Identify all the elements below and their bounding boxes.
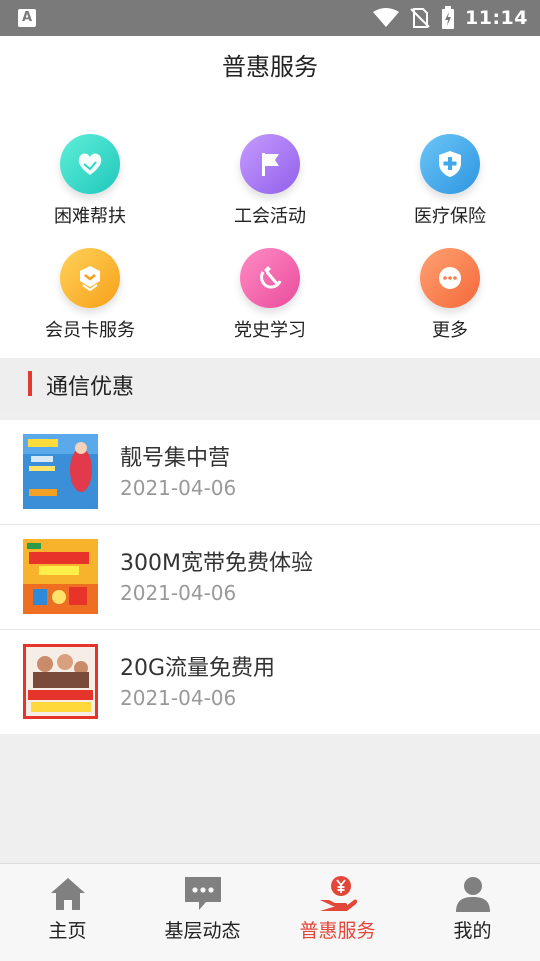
more-icon: [420, 248, 480, 308]
status-icons: 11:14: [373, 6, 528, 30]
nav-label: 普惠服务: [299, 920, 376, 942]
chat-icon: [184, 877, 221, 910]
grid-item-label: 医疗保险: [414, 206, 486, 227]
yuan-hand-icon: [319, 876, 357, 911]
grid-item-hardship-aid[interactable]: 困难帮扶: [0, 134, 180, 244]
grid-item-party-history[interactable]: 党史学习: [180, 248, 360, 358]
section-accent-bar: [28, 371, 32, 396]
nav-profile[interactable]: 我的: [405, 864, 540, 961]
flag-icon: [240, 134, 300, 194]
offer-thumbnail: [23, 434, 98, 509]
item-title: 20G流量免费用: [120, 656, 276, 681]
offer-list: 靓号集中营 2021-04-06 300M宽带免费体验 2021-04-06 2…: [0, 420, 540, 734]
wifi-icon: [373, 8, 400, 27]
list-item[interactable]: 靓号集中营 2021-04-06: [0, 420, 540, 525]
item-date: 2021-04-06: [120, 686, 237, 710]
page-header: 普惠服务: [0, 36, 540, 102]
section-header: 通信优惠: [0, 358, 540, 410]
list-item[interactable]: 300M宽带免费体验 2021-04-06: [0, 525, 540, 630]
offer-thumbnail: [23, 644, 98, 719]
nav-label: 基层动态: [164, 920, 241, 942]
grid-item-label: 更多: [432, 320, 468, 341]
grid-item-more[interactable]: 更多: [360, 248, 540, 358]
item-title: 靓号集中营: [120, 446, 231, 471]
nav-label: 主页: [48, 920, 87, 942]
grid-item-member-card[interactable]: 会员卡服务: [0, 248, 180, 358]
app-notification-icon: A: [18, 9, 36, 27]
list-item[interactable]: 20G流量免费用 2021-04-06: [0, 630, 540, 734]
medical-shield-icon: [420, 134, 480, 194]
page-title: 普惠服务: [222, 53, 318, 81]
nav-home[interactable]: 主页: [0, 864, 135, 961]
offer-thumbnail: [23, 539, 98, 614]
grid-item-label: 困难帮扶: [54, 206, 126, 227]
nav-community-news[interactable]: 基层动态: [135, 864, 270, 961]
clock: 11:14: [465, 7, 528, 29]
hammer-sickle-icon: [240, 248, 300, 308]
bottom-nav: 主页 基层动态 普惠服务 我的: [0, 863, 540, 961]
home-icon: [50, 878, 85, 910]
item-date: 2021-04-06: [120, 476, 237, 500]
nav-welfare-services[interactable]: 普惠服务: [270, 864, 405, 961]
section-title: 通信优惠: [46, 375, 135, 400]
item-date: 2021-04-06: [120, 581, 237, 605]
person-icon: [455, 877, 490, 912]
item-title: 300M宽带免费体验: [120, 551, 313, 576]
grid-item-medical-insurance[interactable]: 医疗保险: [360, 134, 540, 244]
status-bar: A 11:14: [0, 0, 540, 36]
badge-icon: [60, 248, 120, 308]
no-sim-icon: [410, 8, 430, 28]
heart-hand-icon: [60, 134, 120, 194]
nav-label: 我的: [453, 920, 492, 942]
service-grid: 困难帮扶 工会活动 医疗保险 会员卡服务 党史学习 更多: [0, 102, 540, 358]
grid-item-label: 会员卡服务: [45, 320, 135, 341]
grid-item-label: 工会活动: [234, 206, 306, 227]
grid-item-union-activities[interactable]: 工会活动: [180, 134, 360, 244]
grid-item-label: 党史学习: [234, 320, 306, 341]
battery-charging-icon: [442, 6, 455, 29]
